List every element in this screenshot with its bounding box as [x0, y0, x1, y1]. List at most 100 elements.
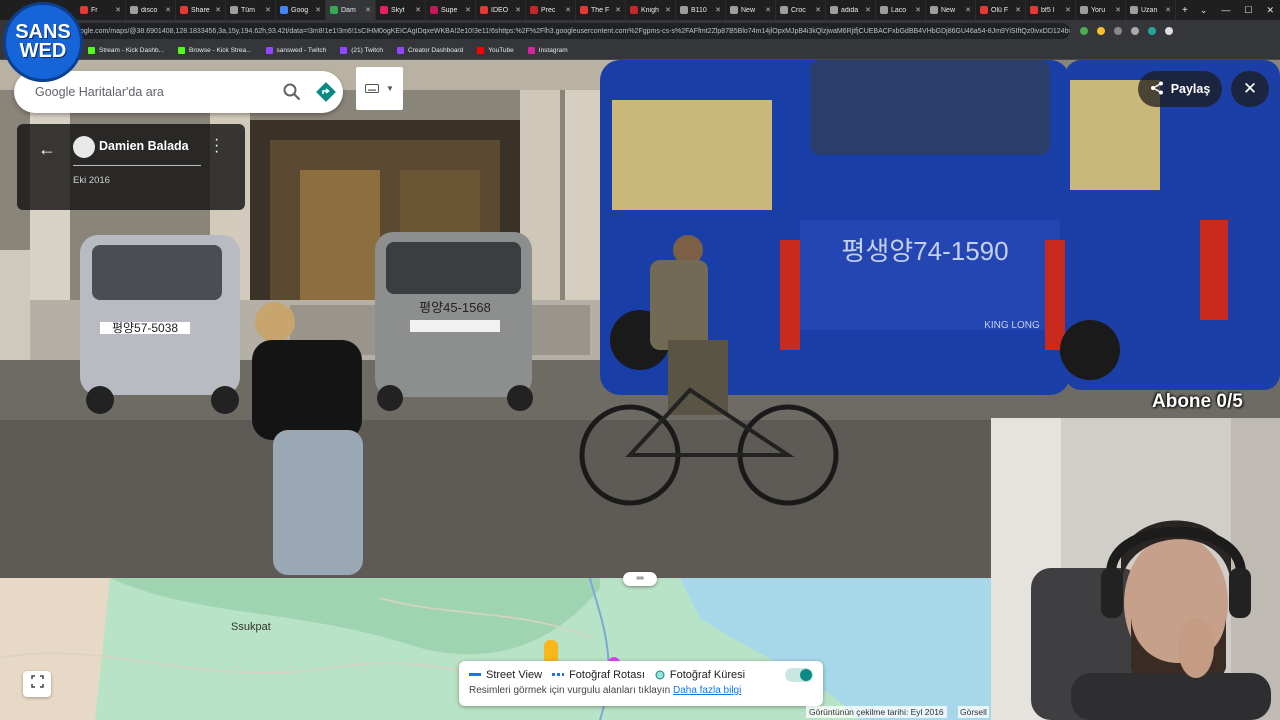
bus-plate-text: 평생양74-1590 [841, 236, 1008, 266]
extension-icon[interactable] [1114, 27, 1122, 35]
browser-tab[interactable]: The F ✕ [576, 0, 626, 20]
close-button[interactable]: ✕ [1231, 71, 1269, 107]
close-window-icon[interactable]: ✕ [1266, 5, 1274, 16]
map-resize-handle[interactable]: ═ [623, 572, 657, 586]
browser-tab[interactable]: Dam ✕ [326, 0, 376, 20]
browser-tab[interactable]: Uzan ✕ [1126, 0, 1176, 20]
tab-close-icon[interactable]: ✕ [265, 6, 271, 14]
tab-close-icon[interactable]: ✕ [165, 6, 171, 14]
directions-icon[interactable] [309, 82, 343, 102]
bookmark-item[interactable]: YouTube [477, 47, 514, 54]
browser-tab[interactable]: adida ✕ [826, 0, 876, 20]
webcam-image [991, 418, 1280, 720]
browser-tab[interactable]: Prec ✕ [526, 0, 576, 20]
bookmark-item[interactable]: (21) Twitch [340, 47, 383, 54]
url-field[interactable]: ogle.com/maps/@38.6901408,128.1833456,3a… [70, 23, 1070, 39]
new-tab-button[interactable]: + [1176, 5, 1194, 16]
extension-icon[interactable] [1080, 27, 1088, 35]
tab-close-icon[interactable]: ✕ [415, 6, 421, 14]
tab-close-icon[interactable]: ✕ [615, 6, 621, 14]
extension-icon[interactable] [1097, 27, 1105, 35]
legend-photo-sphere-label: Fotoğraf Küresi [669, 669, 746, 681]
photo-author[interactable]: Damien Balada [99, 139, 189, 153]
expand-map-button[interactable] [23, 671, 51, 697]
images-link[interactable]: Görsell [958, 706, 989, 718]
bookmark-favicon-icon [396, 47, 404, 54]
tab-close-icon[interactable]: ✕ [1065, 6, 1071, 14]
browser-tab[interactable]: New ✕ [726, 0, 776, 20]
browser-tab[interactable]: Laco ✕ [876, 0, 926, 20]
browser-tab[interactable]: IDEO ✕ [476, 0, 526, 20]
tab-close-icon[interactable]: ✕ [365, 6, 371, 14]
learn-more-link[interactable]: Daha fazla bilgi [673, 685, 741, 696]
browser-tab[interactable]: disco ✕ [126, 0, 176, 20]
tab-close-icon[interactable]: ✕ [865, 6, 871, 14]
pegman-icon[interactable] [544, 640, 558, 662]
menu-icon[interactable] [1165, 27, 1173, 35]
tab-label: Tüm [241, 6, 255, 14]
browser-tab[interactable]: Skyt ✕ [376, 0, 426, 20]
avatar[interactable] [73, 136, 95, 158]
tab-close-icon[interactable]: ✕ [815, 6, 821, 14]
tab-close-icon[interactable]: ✕ [565, 6, 571, 14]
tab-close-icon[interactable]: ✕ [665, 6, 671, 14]
tab-close-icon[interactable]: ✕ [1015, 6, 1021, 14]
tab-close-icon[interactable]: ✕ [965, 6, 971, 14]
maps-search-box[interactable]: Google Haritalar'da ara [14, 71, 343, 113]
tab-close-icon[interactable]: ✕ [115, 6, 121, 14]
browser-tab[interactable]: Fr ✕ [76, 0, 126, 20]
maximize-icon[interactable]: ☐ [1244, 5, 1252, 16]
line-icon [469, 673, 481, 676]
tab-label: Yoru [1091, 6, 1106, 14]
browser-tab[interactable]: Goog ✕ [276, 0, 326, 20]
tab-close-icon[interactable]: ✕ [915, 6, 921, 14]
coverage-toggle[interactable] [785, 668, 813, 682]
download-icon[interactable] [1131, 27, 1139, 35]
more-options-icon[interactable]: · · · [214, 132, 219, 160]
tab-close-icon[interactable]: ✕ [315, 6, 321, 14]
browser-tab[interactable]: Tüm ✕ [226, 0, 276, 20]
browser-tab[interactable]: Supe ✕ [426, 0, 476, 20]
bookmark-item[interactable]: sanswed - Twitch [265, 47, 326, 54]
tab-close-icon[interactable]: ✕ [215, 6, 221, 14]
tab-close-icon[interactable]: ✕ [465, 6, 471, 14]
bus-brand: KING LONG [984, 320, 1040, 331]
tab-close-icon[interactable]: ✕ [765, 6, 771, 14]
bookmark-item[interactable]: Browse - Kick Strea... [178, 47, 252, 54]
bookmark-label: (21) Twitch [351, 47, 383, 54]
tab-favicon-icon [1080, 6, 1088, 14]
browser-tab[interactable]: B110 ✕ [676, 0, 726, 20]
share-button[interactable]: Paylaş [1138, 71, 1222, 107]
webcam-overlay [991, 418, 1280, 720]
chevron-down-icon: ▼ [386, 84, 394, 93]
input-tools-button[interactable]: ▼ [356, 67, 403, 110]
bookmark-favicon-icon [265, 47, 273, 54]
extension-icon[interactable] [1148, 27, 1156, 35]
street-view-legend: Street View Fotoğraf Rotası Fotoğraf Kür… [459, 661, 823, 706]
chevron-down-icon[interactable]: ⌄ [1200, 5, 1208, 16]
back-arrow-icon[interactable]: ← [38, 139, 56, 160]
browser-tab[interactable]: New ✕ [926, 0, 976, 20]
bookmark-item[interactable]: Instagram [527, 47, 568, 54]
search-input[interactable]: Google Haritalar'da ara [35, 85, 275, 99]
browser-tab[interactable]: Knigh ✕ [626, 0, 676, 20]
dotted-line-icon [552, 673, 565, 676]
browser-tab[interactable]: Share ✕ [176, 0, 226, 20]
browser-tab[interactable]: Yoru ✕ [1076, 0, 1126, 20]
bookmark-item[interactable]: Stream - Kick Dashb... [88, 47, 164, 54]
tab-close-icon[interactable]: ✕ [1165, 6, 1171, 14]
legend-photo-route-label: Fotoğraf Rotası [569, 669, 645, 681]
tab-label: Ölü F [991, 6, 1009, 14]
bookmark-item[interactable]: Creator Dashboard [396, 47, 463, 54]
screen: Fr ✕ disco ✕ Share ✕ Tüm ✕ Goog ✕ Dam ✕ Skyt ✕ Supe ✕ ID… [0, 0, 1280, 720]
tab-close-icon[interactable]: ✕ [715, 6, 721, 14]
browser-tab[interactable]: Ölü F ✕ [976, 0, 1026, 20]
bookmark-label: Browse - Kick Strea... [189, 47, 252, 54]
search-icon[interactable] [275, 83, 309, 101]
tab-close-icon[interactable]: ✕ [515, 6, 521, 14]
browser-tab[interactable]: bf5 l ✕ [1026, 0, 1076, 20]
minimize-icon[interactable]: — [1221, 5, 1230, 15]
browser-tab[interactable]: Croc ✕ [776, 0, 826, 20]
van2-plate: 평양45-1568 [419, 300, 491, 315]
tab-close-icon[interactable]: ✕ [1115, 6, 1121, 14]
